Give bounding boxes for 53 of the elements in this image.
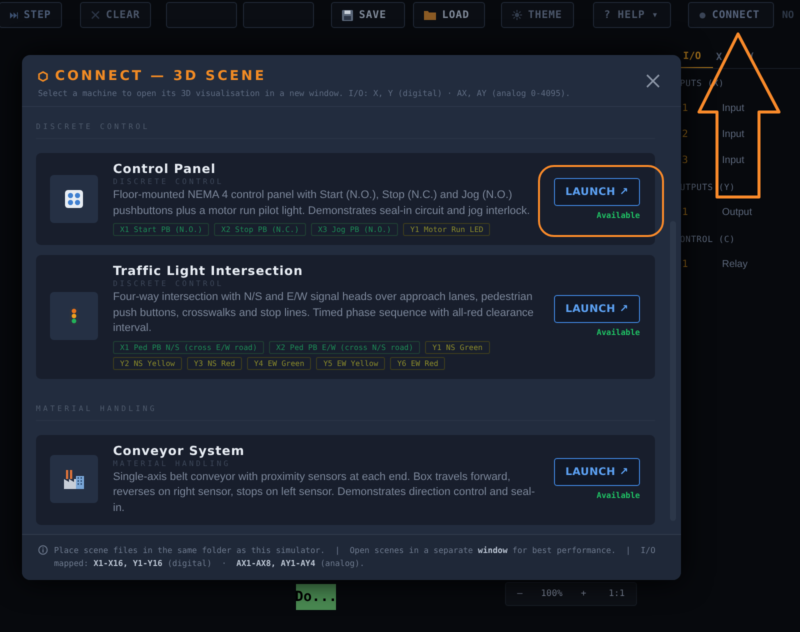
row-label: Relay — [722, 258, 748, 270]
scene-name: Control Panel — [113, 161, 216, 176]
dot-icon — [699, 12, 706, 18]
scene-name: Traffic Light Intersection — [113, 263, 303, 278]
row-number: 3 — [682, 154, 690, 166]
footer-note: Place scene files in the same folder as this simulator. | Open scenes in a separate window for best performance. | I/O mapped: X1-X16, Y1-Y16 (digital) · AX1-AX8, AY1-AY4 (analog). — [54, 544, 656, 570]
close-icon — [645, 73, 661, 89]
toolbar-button[interactable]: ? HELP ▾ — [593, 2, 671, 28]
zoom-out-button[interactable]: – — [513, 589, 527, 599]
close-button[interactable] — [645, 73, 661, 89]
launch-button[interactable]: LAUNCH ↗ — [554, 178, 640, 206]
toolbar-button[interactable]: SAVE — [331, 2, 405, 28]
toolbar-button[interactable]: CONNECT — [688, 2, 774, 28]
toolbar-button[interactable]: CLEAR — [80, 2, 151, 28]
close-icon — [91, 10, 100, 20]
scene-description: Four-way intersection with N/S and E/W signal heads over approach lanes, pedestrian push buttons, crosswalks and stop lines. Timed phase sequence with all-red clearance interval. — [113, 290, 535, 336]
dialog-subtitle: Select a machine to open its 3D visualisation in a new window. I/O: X, Y (digital) · AX, AY (analog 0-4095). — [38, 88, 572, 98]
control-panel-icon — [64, 188, 84, 208]
scene-description: Single-axis belt conveyor with proximity sensors at each end. Box travels forward, reverses on right sensor, stops on left sensor. Demonstrates direction control and seal-in. — [113, 470, 536, 516]
factory-icon — [63, 468, 85, 490]
toolbar-button[interactable]: STEP — [0, 2, 62, 28]
row-number: 2 — [682, 128, 690, 140]
dialog-title: CONNECT — 3D SCENE — [55, 68, 266, 84]
sun-icon — [512, 10, 522, 20]
toolbar-button[interactable]: THEME — [501, 2, 574, 28]
row-label: Input — [722, 154, 744, 166]
zoom-reset-button[interactable]: 1:1 — [604, 589, 629, 599]
toolbar-button[interactable]: LOAD — [413, 2, 485, 28]
panel-tab[interactable]: X — [713, 46, 746, 68]
folder-icon — [424, 10, 436, 20]
availability-status: Available — [596, 328, 640, 338]
availability-status: Available — [596, 210, 640, 220]
zoom-in-button[interactable]: + — [576, 589, 590, 599]
section-heading: UTPUTS (Y) — [679, 182, 736, 195]
launch-button[interactable]: LAUNCH ↗ — [554, 295, 640, 324]
row-label: Input — [722, 128, 744, 140]
zoom-level: 100% — [540, 589, 563, 599]
row-number: 1 — [682, 258, 690, 270]
row-label: Input — [722, 102, 744, 114]
scene-name: Conveyor System — [113, 442, 245, 458]
toolbar-button[interactable] — [166, 2, 237, 28]
hexagon-icon — [38, 70, 48, 82]
info-icon — [38, 545, 48, 555]
availability-status: Available — [596, 491, 640, 500]
row-number: 1 — [682, 206, 690, 218]
toolbar-label: NO — [782, 10, 794, 20]
toolbar-button[interactable] — [243, 2, 314, 28]
scene-description: Floor-mounted NEMA 4 control panel with Start (N.O.), Stop (N.C.) and Jog (N.O.) pushbuttons plus a motor run pilot light. Demonstrates seal-in circuit and jog interlock. — [113, 188, 531, 218]
row-label: Output — [722, 206, 752, 218]
step-forward-icon — [10, 10, 18, 20]
section-heading: ONTROL (C) — [679, 234, 736, 247]
row-number: 1 — [682, 102, 690, 114]
launch-button[interactable]: LAUNCH ↗ — [554, 458, 640, 486]
